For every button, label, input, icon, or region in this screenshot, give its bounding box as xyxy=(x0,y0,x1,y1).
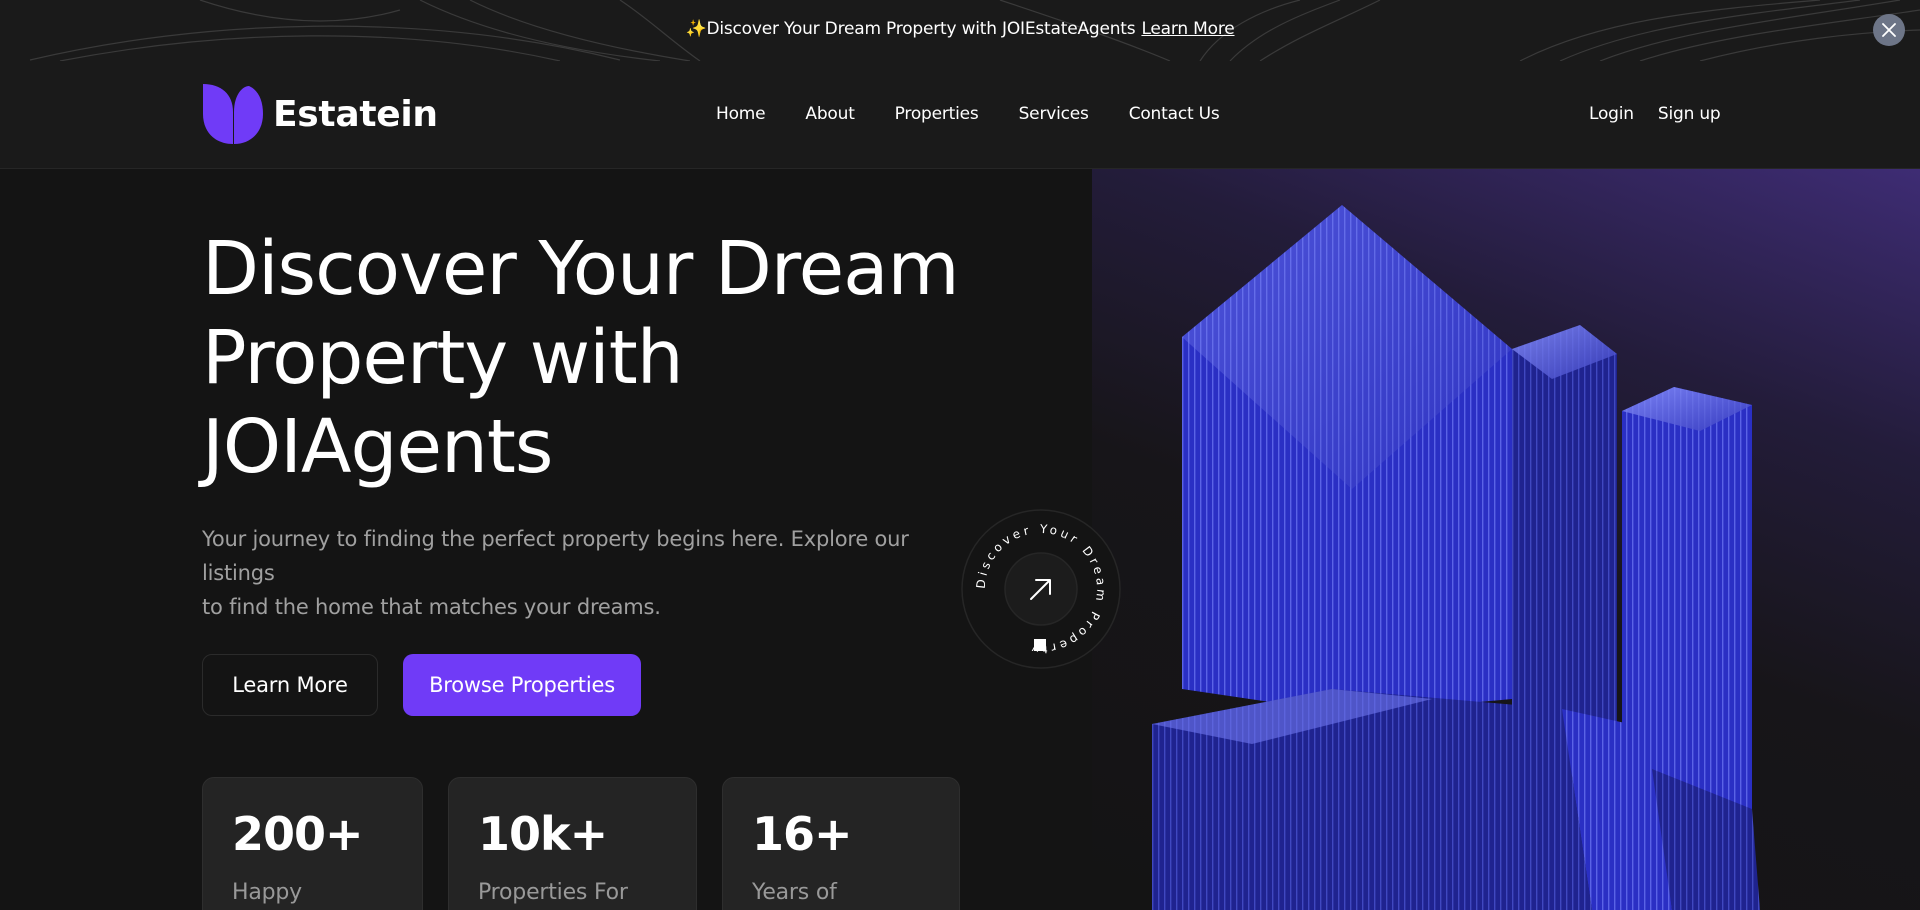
hero-section: Discover Your Dream Property with JOIAge… xyxy=(0,169,1920,910)
hero-title-line-3: JOIAgents xyxy=(202,404,554,490)
hero-image-panel xyxy=(1092,169,1920,910)
stat-card-happy: 200+ Happy xyxy=(202,777,423,910)
badge-square-mark xyxy=(1034,639,1046,651)
close-announcement-button[interactable] xyxy=(1873,14,1905,46)
brand-logo[interactable]: Estatein xyxy=(203,84,438,144)
hero-title: Discover Your Dream Property with JOIAge… xyxy=(202,225,962,492)
stat-value: 200+ xyxy=(232,807,364,861)
stat-value: 10k+ xyxy=(478,807,608,861)
stat-card-properties: 10k+ Properties For xyxy=(448,777,697,910)
main-nav: Home About Properties Services Contact U… xyxy=(716,104,1220,124)
stat-label: Years of xyxy=(752,880,837,905)
announcement-message: ✨Discover Your Dream Property with JOIEs… xyxy=(0,19,1920,39)
nav-item-services[interactable]: Services xyxy=(1019,104,1089,124)
hero-subtitle: Your journey to finding the perfect prop… xyxy=(202,522,962,624)
hero-title-line-1: Discover Your Dream xyxy=(202,226,960,312)
nav-item-properties[interactable]: Properties xyxy=(895,104,979,124)
sparkle-icon: ✨ xyxy=(685,19,707,39)
nav-item-contact-us[interactable]: Contact Us xyxy=(1129,104,1220,124)
signup-link[interactable]: Sign up xyxy=(1658,104,1721,124)
announcement-text: Discover Your Dream Property with JOIEst… xyxy=(706,19,1136,39)
building-image xyxy=(1152,205,1760,910)
auth-links: Login Sign up xyxy=(1589,104,1721,124)
hero-title-line-2: Property with xyxy=(202,315,684,401)
login-link[interactable]: Login xyxy=(1589,104,1634,124)
discover-badge[interactable]: Discover Your Dream Property xyxy=(961,509,1121,673)
stat-label: Properties For xyxy=(478,880,628,905)
nav-item-home[interactable]: Home xyxy=(716,104,766,124)
close-icon xyxy=(1882,23,1896,37)
site-header: Estatein Home About Properties Services … xyxy=(0,61,1920,169)
announcement-bar: ✨Discover Your Dream Property with JOIEs… xyxy=(0,0,1920,61)
hero-subtitle-line-2: to find the home that matches your dream… xyxy=(202,595,661,619)
learn-more-button[interactable]: Learn More xyxy=(202,654,378,716)
browse-properties-button[interactable]: Browse Properties xyxy=(403,654,641,716)
stat-card-years: 16+ Years of xyxy=(722,777,960,910)
brand-name: Estatein xyxy=(273,93,438,135)
arrow-up-right-icon xyxy=(1030,579,1051,600)
stat-value: 16+ xyxy=(752,807,853,861)
brand-logo-icon xyxy=(203,84,263,144)
nav-item-about[interactable]: About xyxy=(805,104,854,124)
announcement-learn-more-link[interactable]: Learn More xyxy=(1141,19,1234,39)
hero-subtitle-line-1: Your journey to finding the perfect prop… xyxy=(202,527,909,585)
stat-label: Happy xyxy=(232,880,302,905)
